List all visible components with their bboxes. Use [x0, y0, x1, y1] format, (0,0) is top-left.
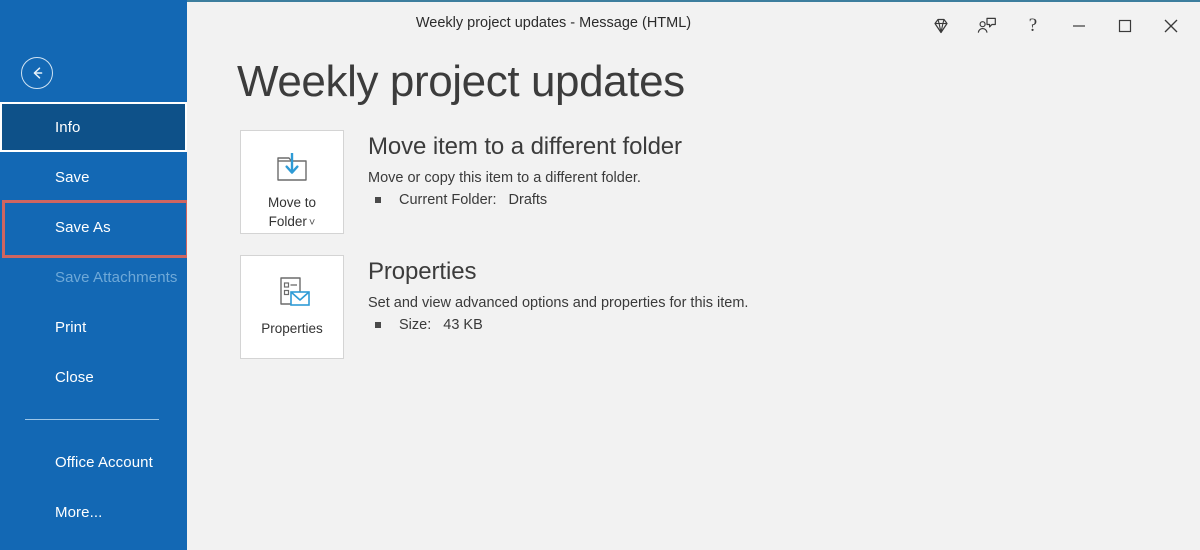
- sidebar-item-close[interactable]: Close: [0, 352, 187, 402]
- bullet-icon: [375, 197, 381, 203]
- maximize-button[interactable]: [1102, 3, 1148, 48]
- section-description: Move or copy this item to a different fo…: [368, 170, 641, 186]
- detail-value: 43 KB: [443, 317, 483, 333]
- section-properties: Properties Properties Set and view advan…: [240, 255, 748, 359]
- detail-row-size: Size: 43 KB: [368, 317, 748, 333]
- tile-label-line2-text: Folder: [268, 214, 307, 229]
- minimize-icon: [1073, 24, 1085, 27]
- person-feedback-icon: [977, 17, 996, 33]
- sidebar-item-more[interactable]: More...: [0, 487, 187, 537]
- sidebar-divider: [25, 419, 159, 420]
- section-description: Set and view advanced options and proper…: [368, 295, 749, 311]
- maximize-icon: [1118, 19, 1132, 32]
- section-heading: Move item to a different folder: [368, 133, 682, 160]
- move-to-folder-text: Move item to a different folder Move or …: [368, 130, 682, 208]
- sidebar-item-save-attachments: Save Attachments: [0, 252, 187, 302]
- sidebar-item-label: Print: [55, 318, 87, 336]
- diamond-icon: [934, 18, 948, 33]
- tile-label-line1: Properties: [261, 321, 323, 336]
- close-icon: [1164, 19, 1178, 32]
- properties-icon: [272, 272, 312, 314]
- move-to-folder-button[interactable]: Move to Folder ˅: [240, 130, 344, 234]
- outlook-backstage-window: Info Save Save As Save Attachments Print…: [0, 0, 1200, 550]
- page-title: Weekly project updates: [237, 57, 685, 106]
- sidebar-item-label: Save Attachments: [55, 268, 178, 286]
- back-button[interactable]: [21, 57, 53, 89]
- properties-text: Properties Set and view advanced options…: [368, 255, 748, 333]
- sidebar-item-office-account[interactable]: Office Account: [0, 437, 187, 487]
- move-to-folder-label: Move to Folder ˅: [268, 193, 316, 233]
- section-move-to-folder: Move to Folder ˅ Move item to a different…: [240, 130, 682, 234]
- feedback-button[interactable]: [964, 3, 1010, 48]
- window-controls: ?: [918, 2, 1194, 49]
- sidebar-item-label: More...: [55, 503, 103, 521]
- backstage-content: Weekly project updates Move to Folder˅: [187, 47, 1200, 550]
- minimize-button[interactable]: [1056, 3, 1102, 48]
- detail-value: Drafts: [508, 192, 548, 208]
- sidebar-item-save[interactable]: Save: [0, 152, 187, 202]
- properties-button[interactable]: Properties: [240, 255, 344, 359]
- detail-row-current-folder: Current Folder: Drafts: [368, 192, 682, 208]
- section-heading: Properties: [368, 258, 477, 285]
- tile-label-line1: Move to: [267, 195, 317, 210]
- sidebar-item-label: Save: [55, 168, 90, 186]
- help-icon: ?: [1028, 14, 1038, 36]
- backstage-sidebar: Info Save Save As Save Attachments Print…: [0, 0, 190, 550]
- diamond-button[interactable]: [918, 3, 964, 48]
- sidebar-item-info[interactable]: Info: [0, 99, 190, 155]
- sidebar-item-label: Info: [55, 118, 81, 136]
- move-to-folder-icon: [272, 147, 312, 188]
- sidebar-item-label: Save As: [55, 218, 111, 236]
- chevron-down-icon: ˅: [308, 217, 316, 229]
- bullet-icon: [375, 322, 381, 328]
- help-button[interactable]: ?: [1010, 3, 1056, 48]
- properties-label: Properties: [261, 319, 323, 338]
- sidebar-item-print[interactable]: Print: [0, 302, 187, 352]
- sidebar-item-save-as[interactable]: Save As: [0, 200, 189, 258]
- sidebar-item-label: Office Account: [55, 453, 153, 471]
- back-arrow-icon: [33, 67, 43, 79]
- window-title-document: Weekly project updates: [415, 15, 567, 31]
- detail-label: Current Folder:: [399, 192, 497, 208]
- detail-label: Size:: [399, 317, 432, 333]
- tile-label-line2: Folder ˅: [268, 212, 316, 233]
- window-title-type: Message (HTML): [579, 15, 692, 31]
- sidebar-item-label: Close: [55, 368, 94, 386]
- window-title-separator: -: [570, 15, 576, 31]
- backstage-nav-list: Info Save Save As Save Attachments Print…: [0, 99, 190, 537]
- close-button[interactable]: [1148, 3, 1194, 48]
- title-bar: Weekly project updates-Message (HTML): [187, 0, 1200, 47]
